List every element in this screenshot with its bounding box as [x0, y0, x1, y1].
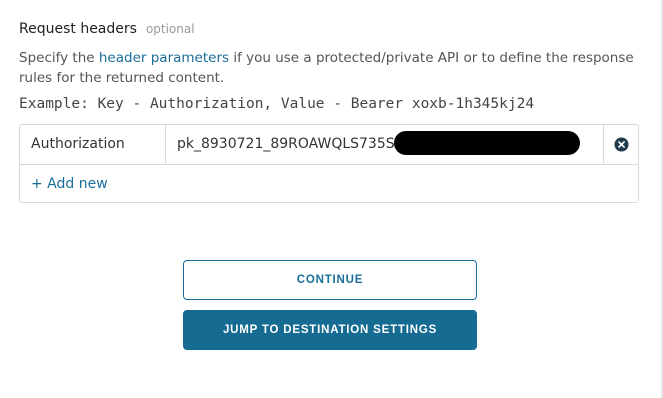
continue-button[interactable]: CONTINUE [183, 260, 477, 300]
add-new-header-link[interactable]: + Add new [31, 176, 108, 192]
header-value-field[interactable]: pk_8930721_89ROAWQLS735SI [166, 125, 604, 164]
header-parameters-link[interactable]: header parameters [99, 50, 229, 66]
header-row: Authorization pk_8930721_89ROAWQLS735SI [20, 125, 638, 165]
header-key-field[interactable]: Authorization [20, 125, 166, 164]
optional-label: optional [145, 22, 195, 36]
jump-to-destination-settings-button[interactable]: JUMP TO DESTINATION SETTINGS [183, 310, 477, 350]
section-title: Request headers [19, 21, 137, 37]
header-value-text: pk_8930721_89ROAWQLS735SI [177, 136, 399, 152]
remove-header-button[interactable] [604, 125, 638, 164]
example-text: Example: Key - Authorization, Value - Be… [19, 96, 535, 112]
description-text: Specify the [19, 50, 99, 66]
redaction-mark [394, 131, 580, 155]
close-circle-icon [613, 137, 629, 152]
header-key-value: Authorization [31, 136, 125, 152]
section-header: Request headers optional [19, 21, 195, 37]
section-description: Specify the header parameters if you use… [19, 48, 649, 88]
headers-table: Authorization pk_8930721_89ROAWQLS735SI … [19, 124, 639, 203]
